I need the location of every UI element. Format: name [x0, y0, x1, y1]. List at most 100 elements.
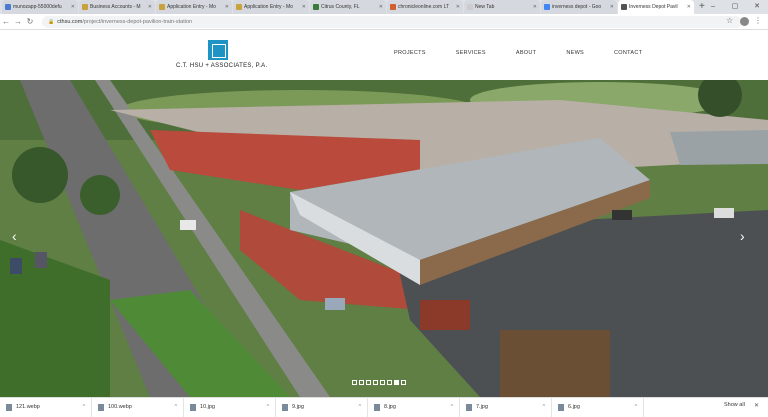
close-tab-icon[interactable]: ✕: [379, 4, 383, 10]
chevron-up-icon[interactable]: ^: [543, 404, 545, 410]
file-icon: [374, 403, 380, 411]
nav-services[interactable]: SERVICES: [456, 50, 486, 56]
nav-about[interactable]: ABOUT: [516, 50, 536, 56]
download-item[interactable]: 8.jpg ^: [368, 397, 460, 417]
file-icon: [6, 403, 12, 411]
close-tab-icon[interactable]: ✕: [687, 4, 691, 10]
close-tab-icon[interactable]: ✕: [71, 4, 75, 10]
slider-dot[interactable]: [359, 380, 364, 385]
chevron-up-icon[interactable]: ^: [451, 404, 453, 410]
download-filename: 100.webp: [108, 404, 132, 410]
logo-icon[interactable]: [208, 40, 228, 60]
browser-chrome: munozapp-55000defu ✕ Business Accounts - M…: [0, 0, 768, 30]
download-filename: 9.jpg: [292, 404, 304, 410]
close-tab-icon[interactable]: ✕: [225, 4, 229, 10]
forward-icon[interactable]: →: [12, 17, 24, 26]
browser-tab[interactable]: Application Entry - Mo ✕: [156, 0, 232, 14]
download-item[interactable]: 9.jpg ^: [276, 397, 368, 417]
tab-title: chronicleonline.com LT: [398, 4, 450, 10]
slider-dot[interactable]: [401, 380, 406, 385]
url-field[interactable]: 🔒 cthsu.com/project/inverness-depot-pavi…: [42, 16, 742, 28]
favicon-icon: [544, 4, 550, 10]
prev-arrow-icon[interactable]: ‹: [12, 228, 17, 244]
site-header: C.T. HSU + ASSOCIATES, P.A. PROJECTS SER…: [0, 30, 768, 80]
browser-tab[interactable]: Citrus County, FL ✕: [310, 0, 386, 14]
file-icon: [190, 403, 196, 411]
favicon-icon: [236, 4, 242, 10]
browser-menu-icon[interactable]: ⋮: [754, 16, 762, 25]
tab-title: Application Entry - Mo: [244, 4, 293, 10]
chevron-up-icon[interactable]: ^: [175, 404, 177, 410]
download-filename: 8.jpg: [384, 404, 396, 410]
nav-projects[interactable]: PROJECTS: [394, 50, 426, 56]
browser-tab[interactable]: Application Entry - Mo ✕: [233, 0, 309, 14]
maximize-button[interactable]: ▢: [724, 0, 746, 14]
browser-tab[interactable]: inverness depot - Goo ✕: [541, 0, 617, 14]
url-path: /project/inverness-depot-pavilion-train-…: [82, 19, 193, 25]
browser-tab[interactable]: New Tab ✕: [464, 0, 540, 14]
minimize-button[interactable]: –: [702, 0, 724, 14]
browser-tab[interactable]: Business Accounts - M ✕: [79, 0, 155, 14]
nav-contact[interactable]: CONTACT: [614, 50, 642, 56]
slider-dot[interactable]: [387, 380, 392, 385]
file-icon: [466, 403, 472, 411]
close-shelf-icon[interactable]: ✕: [754, 402, 759, 409]
download-item[interactable]: 10.jpg ^: [184, 397, 276, 417]
back-icon[interactable]: ←: [0, 17, 12, 26]
slider-dot[interactable]: [352, 380, 357, 385]
download-list: 121.webp ^ 100.webp ^ 10.jpg ^ 9.jpg ^ 8.jpg ^ 7.j…: [0, 397, 644, 417]
file-icon: [98, 403, 104, 411]
tab-title: Inverness Depot Pavil: [629, 4, 678, 10]
download-filename: 6.jpg: [568, 404, 580, 410]
brand-name: C.T. HSU + ASSOCIATES, P.A.: [176, 63, 268, 69]
favicon-icon: [390, 4, 396, 10]
slider-dot[interactable]: [373, 380, 378, 385]
browser-tab[interactable]: munozapp-55000defu ✕: [2, 0, 78, 14]
favicon-icon: [467, 4, 473, 10]
download-filename: 121.webp: [16, 404, 40, 410]
download-item[interactable]: 121.webp ^: [0, 397, 92, 417]
address-bar-row: ← → ↻ 🔒 cthsu.com/project/inverness-depo…: [0, 14, 768, 30]
close-tab-icon[interactable]: ✕: [302, 4, 306, 10]
tab-title: Application Entry - Mo: [167, 4, 216, 10]
chevron-up-icon[interactable]: ^: [83, 404, 85, 410]
chevron-up-icon[interactable]: ^: [359, 404, 361, 410]
show-all-button[interactable]: Show all: [724, 402, 745, 408]
download-item[interactable]: 7.jpg ^: [460, 397, 552, 417]
download-item[interactable]: 6.jpg ^: [552, 397, 644, 417]
slider-dot[interactable]: [394, 380, 399, 385]
close-tab-icon[interactable]: ✕: [610, 4, 614, 10]
lock-icon: 🔒: [48, 19, 55, 25]
slider-dot[interactable]: [380, 380, 385, 385]
reload-icon[interactable]: ↻: [24, 17, 36, 26]
tab-strip: munozapp-55000defu ✕ Business Accounts - M…: [0, 0, 705, 14]
tab-title: inverness depot - Goo: [552, 4, 602, 10]
next-arrow-icon[interactable]: ›: [740, 228, 745, 244]
download-item[interactable]: 100.webp ^: [92, 397, 184, 417]
bookmark-star-icon[interactable]: ☆: [726, 16, 733, 25]
profile-avatar[interactable]: [740, 17, 749, 26]
tab-title: New Tab: [475, 4, 495, 10]
chevron-up-icon[interactable]: ^: [267, 404, 269, 410]
favicon-icon: [159, 4, 165, 10]
favicon-icon: [621, 4, 627, 10]
nav-news[interactable]: NEWS: [566, 50, 584, 56]
favicon-icon: [5, 4, 11, 10]
url-domain: cthsu.com: [57, 19, 83, 25]
close-tab-icon[interactable]: ✕: [456, 4, 460, 10]
file-icon: [282, 403, 288, 411]
aerial-photo: [0, 80, 768, 397]
favicon-icon: [313, 4, 319, 10]
chevron-up-icon[interactable]: ^: [635, 404, 637, 410]
close-tab-icon[interactable]: ✕: [148, 4, 152, 10]
slider-dot[interactable]: [366, 380, 371, 385]
browser-tab[interactable]: chronicleonline.com LT ✕: [387, 0, 463, 14]
close-tab-icon[interactable]: ✕: [533, 4, 537, 10]
window-controls: – ▢ ✕: [702, 0, 768, 14]
download-filename: 7.jpg: [476, 404, 488, 410]
close-window-button[interactable]: ✕: [746, 0, 768, 14]
tab-title: Citrus County, FL: [321, 4, 360, 10]
browser-tab[interactable]: Inverness Depot Pavil ✕: [618, 0, 694, 14]
download-filename: 10.jpg: [200, 404, 215, 410]
hero-slideshow: ‹ ›: [0, 80, 768, 397]
